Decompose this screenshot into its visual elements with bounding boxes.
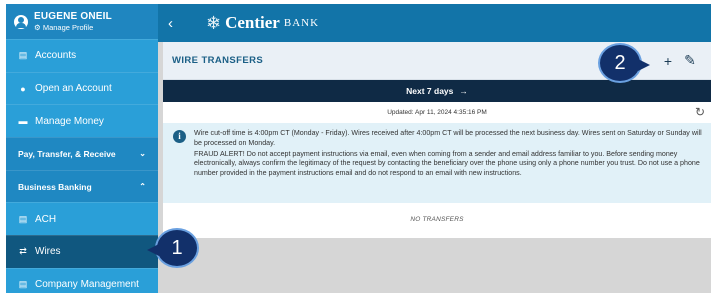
document-icon: ▤ (18, 213, 28, 224)
snowflake-logo-icon: ❄ (206, 12, 222, 33)
top-bar: ‹ ❄ Centier BANK (158, 4, 711, 42)
add-icon[interactable]: + (657, 53, 679, 69)
date-range-label: Next 7 days (406, 86, 454, 96)
plus-circle-icon: ● (20, 83, 26, 94)
money-icon: ▬ (18, 116, 28, 127)
sidebar-item-accounts[interactable]: ▤ Accounts (6, 39, 158, 72)
sidebar-item-label: Company Management (35, 279, 139, 291)
edit-pencil-icon[interactable]: ✎ (679, 52, 701, 69)
document-icon: ▤ (18, 279, 28, 290)
chevron-down-icon: ⌄ (139, 149, 146, 159)
bank-logo[interactable]: ❄ Centier BANK (206, 13, 319, 34)
page-title: WIRE TRANSFERS (172, 55, 264, 66)
info-notice: i Wire cut-off time is 4:00pm CT (Monday… (163, 123, 711, 203)
sidebar-section-pay-transfer[interactable]: Pay, Transfer, & Receive ⌄ (6, 137, 158, 170)
fraud-alert: FRAUD ALERT! Do not accept payment instr… (194, 149, 700, 178)
sidebar-item-label: Accounts (35, 50, 77, 62)
manage-profile-link[interactable]: ⚙ Manage Profile (34, 22, 112, 32)
sidebar-section-label: Business Banking (18, 181, 92, 192)
sidebar-item-label: Open an Account (35, 83, 112, 95)
cutoff-notice: Wire cut-off time is 4:00pm CT (Monday -… (194, 129, 702, 147)
sidebar-section-business-banking[interactable]: Business Banking ⌃ (6, 169, 158, 203)
profile-header[interactable]: EUGENE ONEIL ⚙ Manage Profile (6, 4, 158, 39)
transfer-icon: ⇄ (19, 246, 27, 257)
date-range-selector[interactable]: Next 7 days → (163, 80, 711, 102)
sidebar-item-wires[interactable]: ⇄ Wires (6, 235, 158, 268)
callout-marker-1: 1 (147, 228, 199, 268)
callout-marker-2: 2 (598, 43, 650, 83)
sidebar-item-manage-money[interactable]: ▬ Manage Money (6, 104, 158, 137)
chevron-up-icon: ⌃ (139, 182, 146, 192)
sidebar-item-label: Wires (35, 246, 61, 258)
sidebar-item-label: ACH (35, 213, 57, 225)
arrow-right-icon: → (459, 86, 468, 96)
info-icon: i (173, 130, 186, 143)
gear-icon: ⚙ (34, 22, 41, 32)
sidebar-item-company-management[interactable]: ▤ Company Management (6, 267, 158, 293)
avatar-icon (14, 14, 28, 29)
updated-timestamp: Updated: Apr 11, 2024 4:35:16 PM ↻ (387, 105, 705, 119)
brand-name: Centier (225, 13, 280, 32)
document-icon: ▤ (18, 50, 28, 61)
back-chevron-icon[interactable]: ‹ (168, 15, 188, 32)
sidebar-item-ach[interactable]: ▤ ACH (6, 202, 158, 235)
brand-suffix: BANK (283, 17, 320, 29)
sidebar-item-label: Manage Money (35, 115, 104, 127)
refresh-icon[interactable]: ↻ (695, 105, 705, 119)
profile-name: EUGENE ONEIL (34, 10, 112, 22)
empty-state: NO TRANSFERS (410, 216, 464, 223)
sidebar-section-label: Pay, Transfer, & Receive (18, 148, 116, 159)
sidebar: EUGENE ONEIL ⚙ Manage Profile ▤ Accounts… (6, 4, 158, 293)
sidebar-item-open-account[interactable]: ● Open an Account (6, 71, 158, 105)
